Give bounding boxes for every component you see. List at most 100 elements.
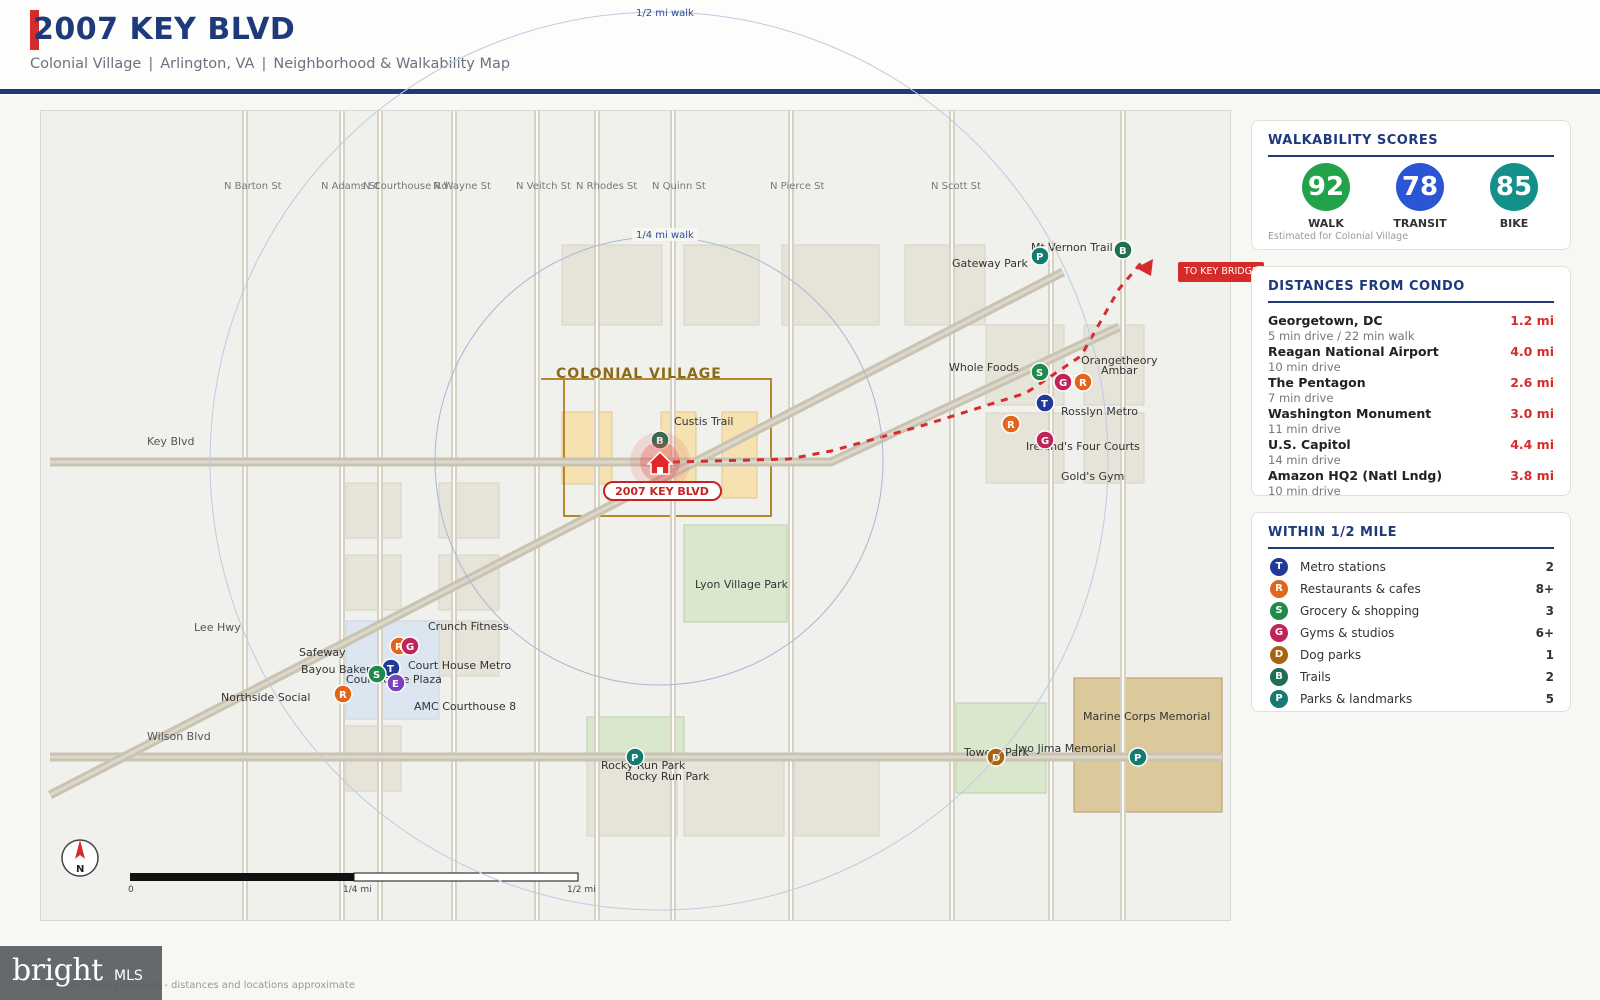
- entertainment-marker-amc[interactable]: E: [386, 673, 406, 693]
- restaurant-marker-letter: R: [1079, 378, 1087, 389]
- entertainment-marker-letter: E: [392, 679, 399, 690]
- page-subtitle: Colonial Village | Arlington, VA | Neighborh…: [30, 56, 510, 72]
- restaurant-marker-ambar[interactable]: R: [1073, 372, 1093, 392]
- distance-value: 2.6 mi: [1510, 375, 1554, 390]
- gym-marker-orangetheory[interactable]: G: [1053, 372, 1073, 392]
- walk-score: 92 WALK: [1286, 163, 1366, 230]
- within-half-mile-panel: WITHIN 1/2 MILE T Metro stations 2 R Res…: [1251, 512, 1571, 712]
- distance-detail: 7 min drive: [1268, 391, 1334, 405]
- legend-row-restaurants: R Restaurants & cafes 8+: [1268, 579, 1554, 599]
- trail-marker-letter: B: [1119, 246, 1127, 257]
- header-rule: [0, 89, 1600, 94]
- distance-name: Reagan National Airport: [1268, 344, 1439, 359]
- park-marker-gateway[interactable]: P: [1030, 246, 1050, 266]
- park-marker-rocky-run[interactable]: P: [625, 747, 645, 767]
- metro-marker-letter: T: [1041, 399, 1048, 410]
- panel-rule: [1268, 301, 1554, 303]
- label-golds-gym: Gold's Gym: [1061, 470, 1124, 483]
- label-iwo-jima-memorial: Iwo Jima Memorial: [1015, 742, 1116, 755]
- distance-detail: 5 min drive / 22 min walk: [1268, 329, 1415, 343]
- distance-name: The Pentagon: [1268, 375, 1366, 390]
- park-marker-iwo-jima[interactable]: P: [1128, 747, 1148, 767]
- grocery-marker-safeway[interactable]: S: [367, 664, 387, 684]
- gym-marker-golds[interactable]: G: [1035, 430, 1055, 450]
- label-crunch-fitness: Crunch Fitness: [428, 620, 509, 633]
- panel-rule: [1268, 155, 1554, 157]
- property-label: 2007 KEY BLVD: [615, 485, 709, 498]
- distance-detail: 11 min drive: [1268, 422, 1341, 436]
- park-marker-letter: P: [1134, 753, 1141, 764]
- street-label: N Pierce St: [770, 181, 824, 192]
- dog-park-marker-letter: D: [992, 753, 1000, 764]
- street-label: N Rhodes St: [576, 181, 637, 192]
- distance-row: Georgetown, DC 5 min drive / 22 min walk…: [1268, 313, 1554, 344]
- label-custis-trail: Custis Trail: [674, 415, 733, 428]
- city-block: [781, 244, 880, 326]
- grocery-marker-letter: S: [373, 670, 380, 681]
- distance-detail: 14 min drive: [1268, 453, 1341, 467]
- distances-panel: DISTANCES FROM CONDO Georgetown, DC 5 mi…: [1251, 266, 1571, 498]
- restaurant-marker-northside[interactable]: R: [333, 684, 353, 704]
- park-marker-letter: P: [1036, 252, 1043, 263]
- transit-score: 78 TRANSIT: [1380, 163, 1460, 230]
- trail-icon: B: [1270, 668, 1288, 686]
- dog-park-icon: D: [1270, 646, 1288, 664]
- label-northside-social: Northside Social: [221, 691, 310, 704]
- distance-name: Georgetown, DC: [1268, 313, 1383, 328]
- legend-count: 3: [1545, 604, 1554, 618]
- scale-label-zero: 0: [128, 885, 134, 895]
- label-whole-foods: Whole Foods: [949, 361, 1019, 374]
- label-lyon-village-park: Lyon Village Park: [695, 578, 789, 591]
- subtitle-separator: |: [148, 56, 154, 72]
- walkability-panel: WALKABILITY SCORES 92 WALK 78 TRANSIT 85…: [1251, 120, 1571, 250]
- label-rosslyn-metro: Rosslyn Metro: [1061, 405, 1138, 418]
- subtitle-city: Arlington, VA: [160, 56, 255, 72]
- distance-row: Washington Monument 11 min drive 3.0 mi: [1268, 406, 1554, 437]
- gym-marker-crunch[interactable]: G: [400, 636, 420, 656]
- distance-detail: 10 min drive: [1268, 360, 1341, 374]
- compass: N: [61, 839, 99, 877]
- city-block: [794, 760, 880, 837]
- bike-score-value: 85: [1490, 163, 1538, 211]
- legend-count: 5: [1545, 692, 1554, 706]
- distances-title: DISTANCES FROM CONDO: [1268, 279, 1465, 294]
- grocery-marker-whole-foods[interactable]: S: [1030, 362, 1050, 382]
- metro-marker-rosslyn[interactable]: T: [1035, 393, 1055, 413]
- distance-value: 3.0 mi: [1510, 406, 1554, 421]
- legend-count: 2: [1545, 560, 1554, 574]
- route-arrow-icon: [1136, 259, 1153, 276]
- neighborhood-label: COLONIAL VILLAGE: [556, 366, 722, 382]
- legend-row-metro: T Metro stations 2: [1268, 557, 1554, 577]
- panel-rule: [1268, 547, 1554, 549]
- legend-row-parks: P Parks & landmarks 5: [1268, 689, 1554, 709]
- scale-bar: 0 1/4 mi 1/2 mi: [128, 872, 596, 895]
- walkability-title: WALKABILITY SCORES: [1268, 133, 1439, 148]
- legend-row-dog-parks: D Dog parks 1: [1268, 645, 1554, 665]
- restaurant-marker-letter: R: [1007, 420, 1015, 431]
- compass-label: N: [76, 864, 84, 875]
- scale-bar-filled: [130, 873, 354, 881]
- transit-score-label: TRANSIT: [1393, 217, 1447, 230]
- metro-marker-letter: T: [387, 664, 394, 675]
- bike-score-label: BIKE: [1499, 217, 1529, 230]
- distance-name: Washington Monument: [1268, 406, 1432, 421]
- legend-count: 2: [1545, 670, 1554, 684]
- page-header: 2007 KEY BLVD Colonial Village | Arlington…: [0, 0, 1600, 95]
- gym-marker-letter: G: [1041, 436, 1049, 447]
- lyon-village-park-area: [683, 524, 788, 623]
- legend-row-gyms: G Gyms & studios 6+: [1268, 623, 1554, 643]
- restaurant-marker-rosslyn[interactable]: R: [1001, 414, 1021, 434]
- brand-wordmark: bright: [12, 953, 103, 988]
- gym-marker-letter: G: [406, 642, 414, 653]
- neighborhood-map[interactable]: N Barton St N Adams St N Courthouse Rd N…: [40, 110, 1231, 921]
- dog-park-marker-towers[interactable]: D: [986, 747, 1006, 767]
- street-label: N Veitch St: [516, 181, 571, 192]
- street-label: N Wayne St: [433, 181, 491, 192]
- restaurant-marker-letter: R: [339, 690, 347, 701]
- walkability-note: Estimated for Colonial Village: [1268, 231, 1409, 242]
- legend-count: 6+: [1535, 626, 1554, 640]
- transit-score-value: 78: [1396, 163, 1444, 211]
- trail-marker-mt-vernon[interactable]: B: [1113, 240, 1133, 260]
- subtitle-neighborhood: Colonial Village: [30, 56, 142, 72]
- scale-bar-empty: [353, 872, 579, 882]
